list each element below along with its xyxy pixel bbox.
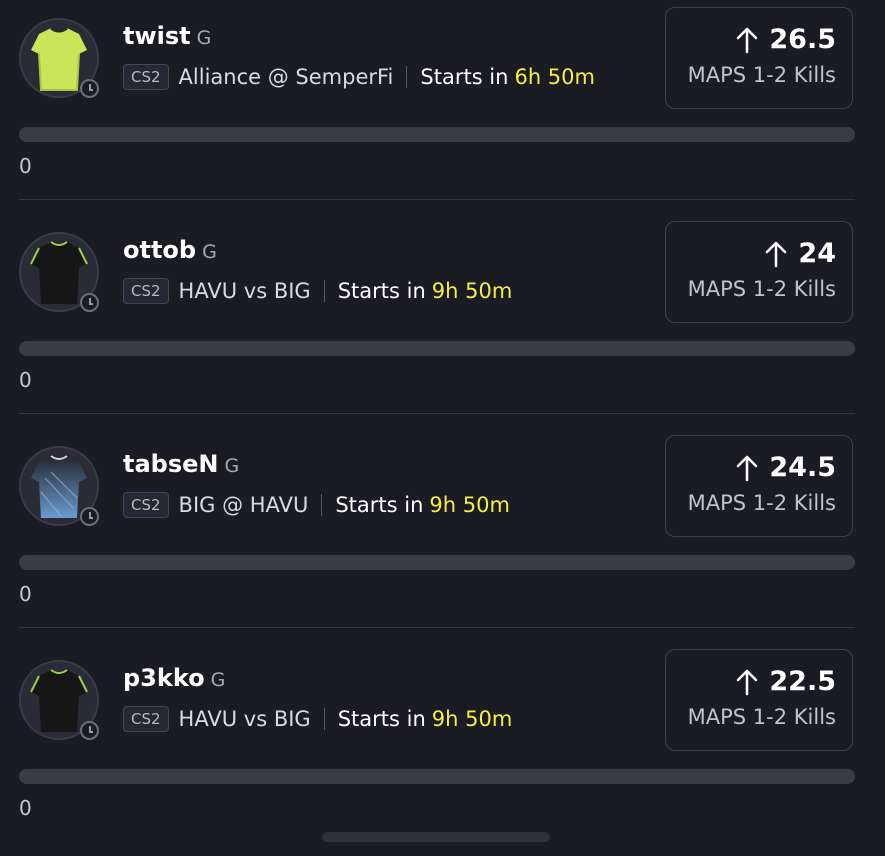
matchup-text: BIG @ HAVU	[178, 493, 309, 517]
player-position: G	[202, 241, 217, 263]
clock-icon	[80, 79, 99, 98]
matchup-text: HAVU vs BIG	[178, 707, 311, 731]
game-badge: CS2	[123, 278, 169, 304]
starts-time: 9h 50m	[431, 707, 513, 731]
player-name[interactable]: p3kko	[123, 664, 205, 692]
player-avatar	[19, 18, 99, 98]
arrow-up-icon	[737, 455, 758, 481]
player-position: G	[196, 27, 212, 49]
stat-count: 0	[19, 154, 32, 178]
divider	[19, 199, 855, 200]
player-avatar	[19, 660, 99, 740]
separator	[321, 494, 323, 516]
stat-label: MAPS 1-2 Kills	[687, 705, 836, 729]
clock-icon	[80, 507, 99, 526]
starts-label: Starts in	[337, 279, 426, 303]
player-name[interactable]: ottob	[123, 236, 196, 264]
progress-bar	[19, 769, 855, 784]
game-badge: CS2	[123, 492, 169, 518]
pick-card[interactable]: p3kko G CS2 HAVU vs BIG Starts in 9h 50m …	[0, 642, 885, 856]
player-avatar	[19, 446, 99, 526]
stat-count: 0	[19, 582, 32, 606]
game-badge: CS2	[123, 64, 169, 90]
projection-box[interactable]: 26.5 MAPS 1-2 Kills	[665, 7, 853, 109]
stat-label: MAPS 1-2 Kills	[687, 491, 836, 515]
clock-icon	[80, 293, 99, 312]
progress-bar	[19, 341, 855, 356]
game-badge: CS2	[123, 706, 169, 732]
pick-card[interactable]: ottob G CS2 HAVU vs BIG Starts in 9h 50m …	[0, 214, 885, 428]
player-name[interactable]: twist	[123, 22, 191, 50]
arrow-up-icon	[737, 669, 758, 695]
line-value: 22.5	[769, 666, 836, 697]
arrow-up-icon	[737, 27, 758, 53]
player-position: G	[224, 455, 240, 477]
matchup-text: Alliance @ SemperFi	[178, 65, 394, 89]
player-avatar	[19, 232, 99, 312]
divider	[19, 413, 855, 414]
starts-label: Starts in	[335, 493, 424, 517]
line-value: 24.5	[769, 452, 836, 483]
matchup-text: HAVU vs BIG	[178, 279, 311, 303]
stat-label: MAPS 1-2 Kills	[687, 63, 836, 87]
pick-card[interactable]: twist G CS2 Alliance @ SemperFi Starts in…	[0, 0, 885, 214]
projection-box[interactable]: 24 MAPS 1-2 Kills	[665, 221, 853, 323]
scroll-handle[interactable]	[322, 832, 550, 842]
line-value: 26.5	[769, 24, 836, 55]
player-name[interactable]: tabseN	[123, 450, 219, 478]
separator	[323, 708, 325, 730]
starts-label: Starts in	[420, 65, 509, 89]
pick-card[interactable]: tabseN G CS2 BIG @ HAVU Starts in 9h 50m …	[0, 428, 885, 642]
arrow-up-icon	[766, 241, 787, 267]
stat-count: 0	[19, 796, 32, 820]
separator	[406, 66, 408, 88]
starts-time: 9h 50m	[429, 493, 510, 517]
clock-icon	[80, 721, 99, 740]
divider	[19, 627, 855, 628]
starts-label: Starts in	[337, 707, 426, 731]
starts-time: 9h 50m	[431, 279, 513, 303]
projection-box[interactable]: 22.5 MAPS 1-2 Kills	[665, 649, 853, 751]
separator	[323, 280, 325, 302]
progress-bar	[19, 555, 855, 570]
line-value: 24	[798, 238, 836, 269]
progress-bar	[19, 127, 855, 142]
player-position: G	[210, 669, 226, 691]
projection-box[interactable]: 24.5 MAPS 1-2 Kills	[665, 435, 853, 537]
stat-count: 0	[19, 368, 32, 392]
stat-label: MAPS 1-2 Kills	[687, 277, 836, 301]
starts-time: 6h 50m	[514, 65, 595, 89]
